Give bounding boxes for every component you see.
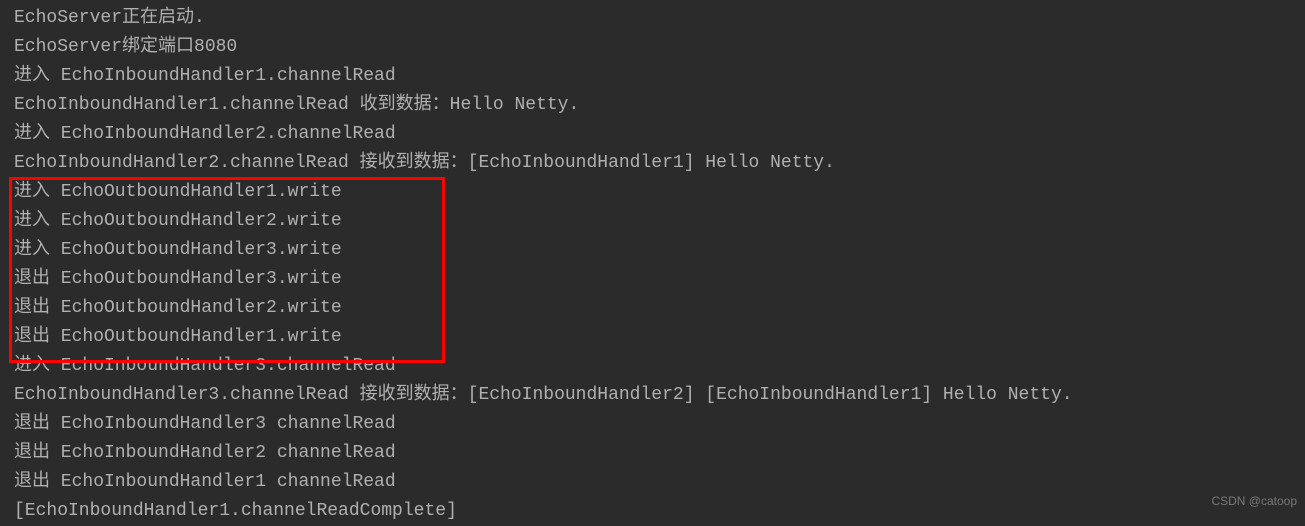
console-line: EchoInboundHandler3.channelRead 接收到数据：[E…	[14, 381, 1291, 410]
console-line: 进入 EchoInboundHandler3.channelRead	[14, 352, 1291, 381]
console-line: EchoInboundHandler2.channelRead 接收到数据：[E…	[14, 149, 1291, 178]
console-line: EchoInboundHandler1.channelRead 收到数据：Hel…	[14, 91, 1291, 120]
console-line: EchoServer正在启动.	[14, 4, 1291, 33]
console-line: 进入 EchoOutboundHandler2.write	[14, 207, 1291, 236]
console-line: 退出 EchoInboundHandler3 channelRead	[14, 410, 1291, 439]
console-line: 进入 EchoInboundHandler1.channelRead	[14, 62, 1291, 91]
console-line: 退出 EchoInboundHandler2 channelRead	[14, 439, 1291, 468]
console-output: EchoServer正在启动. EchoServer绑定端口8080 进入 Ec…	[14, 4, 1291, 526]
console-line: 进入 EchoOutboundHandler3.write	[14, 236, 1291, 265]
console-line: 进入 EchoOutboundHandler1.write	[14, 178, 1291, 207]
watermark: CSDN @catoop	[1211, 487, 1297, 516]
console-line: EchoServer绑定端口8080	[14, 33, 1291, 62]
console-line: 退出 EchoOutboundHandler1.write	[14, 323, 1291, 352]
console-line: 退出 EchoOutboundHandler3.write	[14, 265, 1291, 294]
console-line: 退出 EchoInboundHandler1 channelRead	[14, 468, 1291, 497]
console-line: 进入 EchoInboundHandler2.channelRead	[14, 120, 1291, 149]
console-line: [EchoInboundHandler1.channelReadComplete…	[14, 497, 1291, 526]
console-line: 退出 EchoOutboundHandler2.write	[14, 294, 1291, 323]
